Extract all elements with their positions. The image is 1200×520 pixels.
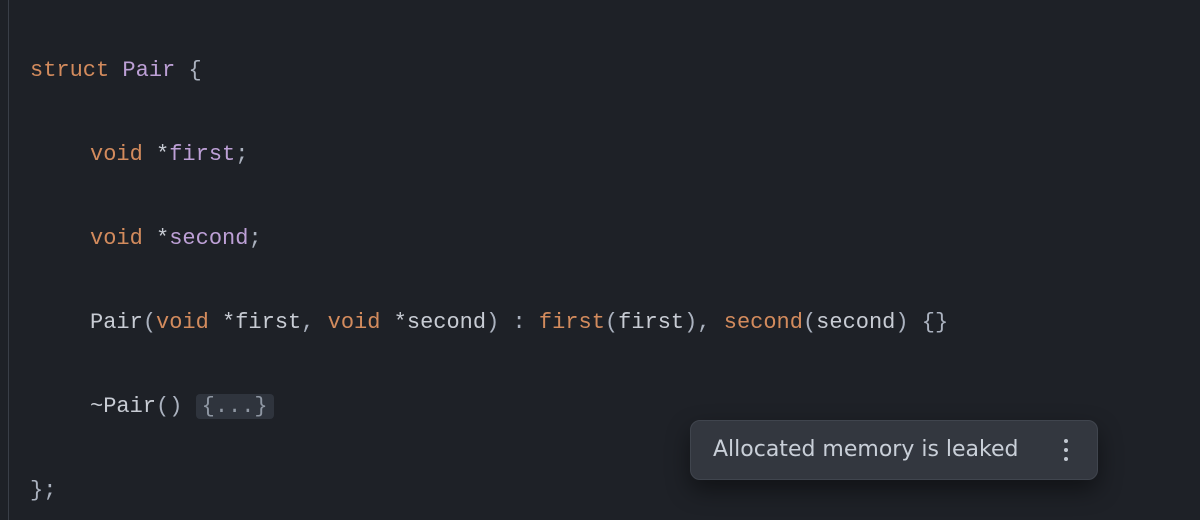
param-second: second <box>407 310 486 335</box>
semicolon: ; <box>235 142 248 167</box>
brace-open: { <box>188 58 201 83</box>
pointer-star: * <box>156 142 169 167</box>
keyword-void: void <box>90 226 143 251</box>
dtor-name: ~Pair <box>90 394 156 419</box>
diagnostic-message: Allocated memory is leaked <box>713 439 1019 461</box>
code-line[interactable]: Pair(void *first, void *second) : first(… <box>30 302 1200 344</box>
paren-close: ) <box>169 394 182 419</box>
code-line[interactable]: struct Pair { <box>30 50 1200 92</box>
paren-close: ) <box>684 310 697 335</box>
struct-close: }; <box>30 478 56 503</box>
member-first: first <box>169 142 235 167</box>
pointer-star: * <box>394 310 407 335</box>
pointer-star: * <box>222 310 235 335</box>
keyword-void: void <box>328 310 381 335</box>
type-name: Pair <box>122 58 175 83</box>
paren-open: ( <box>156 394 169 419</box>
paren-open: ( <box>143 310 156 335</box>
colon: : <box>513 310 526 335</box>
param-first: first <box>235 310 301 335</box>
paren-close: ) <box>895 310 908 335</box>
keyword-struct: struct <box>30 58 109 83</box>
comma: , <box>697 310 710 335</box>
init-second: second <box>724 310 803 335</box>
keyword-void: void <box>156 310 209 335</box>
ctor-body: {} <box>922 310 948 335</box>
keyword-void: void <box>90 142 143 167</box>
init-first: first <box>539 310 605 335</box>
code-line[interactable]: void *second; <box>30 218 1200 260</box>
diagnostic-tooltip[interactable]: Allocated memory is leaked <box>690 420 1098 480</box>
arg-first: first <box>618 310 684 335</box>
arg-second: second <box>816 310 895 335</box>
comma: , <box>301 310 314 335</box>
ctor-name: Pair <box>90 310 143 335</box>
semicolon: ; <box>248 226 261 251</box>
paren-open: ( <box>605 310 618 335</box>
paren-close: ) <box>486 310 499 335</box>
fold-region[interactable]: {...} <box>196 394 274 419</box>
pointer-star: * <box>156 226 169 251</box>
more-actions-icon[interactable] <box>1057 439 1075 461</box>
member-second: second <box>169 226 248 251</box>
code-line[interactable]: void *first; <box>30 134 1200 176</box>
paren-open: ( <box>803 310 816 335</box>
